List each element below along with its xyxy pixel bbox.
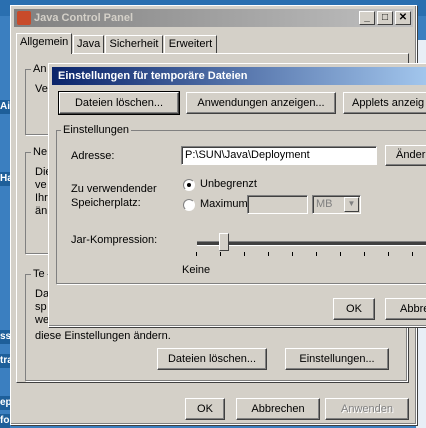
background-fragment: tra xyxy=(0,354,10,368)
jar-compression-label: Jar-Kompression: xyxy=(71,234,158,246)
background-fragment: fol xyxy=(0,414,10,428)
main-titlebar[interactable]: Java Control Panel _ □ ✕ xyxy=(14,9,413,27)
slider-tick xyxy=(364,252,365,256)
temp-files-description: diese Einstellungen ändern. xyxy=(35,330,171,342)
cancel-button[interactable]: Abbrechen xyxy=(236,398,320,420)
background-fragment: ss xyxy=(0,330,10,344)
settings-button[interactable]: Einstellungen... xyxy=(285,348,389,370)
storage-label-line: Speicherplatz: xyxy=(71,197,141,209)
ok-button[interactable]: OK xyxy=(185,398,225,420)
maximum-radio[interactable] xyxy=(183,199,195,211)
group-title: Te xyxy=(31,268,47,280)
slider-tick xyxy=(316,252,317,256)
change-address-button[interactable]: Änderı xyxy=(385,145,426,166)
maximize-button[interactable]: □ xyxy=(377,11,393,25)
slider-tick xyxy=(292,252,293,256)
unit-select[interactable]: MB ▼ xyxy=(312,195,361,214)
dialog-title: Einstellungen für temporäre Dateien xyxy=(58,70,248,82)
background-fragment: ep xyxy=(0,396,10,410)
radio-dot xyxy=(187,183,191,187)
group-title: An xyxy=(31,63,49,75)
group-text-block: Da sp we xyxy=(35,288,49,327)
slider-tick xyxy=(196,252,197,256)
tab-erweitert[interactable]: Erweitert xyxy=(164,35,217,53)
dialog-delete-files-button[interactable]: Dateien löschen... xyxy=(58,91,180,115)
dialog-titlebar[interactable]: Einstellungen für temporäre Dateien xyxy=(52,67,426,85)
slider-tick xyxy=(268,252,269,256)
slider-track[interactable] xyxy=(197,241,426,246)
background-fragment: Ha xyxy=(0,172,10,186)
unlimited-radio-label: Unbegrenzt xyxy=(200,178,257,190)
show-applets-button[interactable]: Applets anzeig xyxy=(343,92,426,114)
chevron-down-icon[interactable]: ▼ xyxy=(344,197,359,212)
storage-label-line: Zu verwendender xyxy=(71,183,157,195)
dialog-cancel-button[interactable]: Abbre xyxy=(385,298,426,320)
address-field[interactable]: P:\SUN\Java\Deployment xyxy=(181,146,377,165)
slider-tick xyxy=(388,252,389,256)
slider-tick xyxy=(244,252,245,256)
unit-value: MB xyxy=(316,198,333,210)
background-fragment: Ai xyxy=(0,100,10,114)
java-icon xyxy=(17,11,31,25)
slider-tick xyxy=(220,252,221,256)
group-title: Ne xyxy=(31,146,50,158)
slider-min-label: Keine xyxy=(182,264,211,276)
dialog-ok-button[interactable]: OK xyxy=(333,298,375,320)
unlimited-radio[interactable] xyxy=(183,179,195,191)
group-text: Ve xyxy=(35,83,48,95)
settings-group-title: Einstellungen xyxy=(61,124,132,136)
temp-files-settings-dialog: Einstellungen für temporäre Dateien Date… xyxy=(48,63,426,327)
show-applications-button[interactable]: Anwendungen anzeigen... xyxy=(186,92,336,114)
slider-tick xyxy=(340,252,341,256)
maximum-radio-label: Maximum xyxy=(200,198,248,210)
text-line: we xyxy=(35,314,50,326)
tab-allgemein[interactable]: Allgemein xyxy=(16,33,72,54)
tab-java[interactable]: Java xyxy=(73,35,104,53)
address-label: Adresse: xyxy=(71,150,115,162)
close-button[interactable]: ✕ xyxy=(395,11,411,25)
apply-button[interactable]: Anwenden xyxy=(325,398,409,420)
text-line: sp xyxy=(35,301,47,313)
tab-sicherheit[interactable]: Sicherheit xyxy=(105,35,163,53)
storage-label: Zu verwendender Speicherplatz: xyxy=(71,182,157,210)
maximum-size-field[interactable] xyxy=(247,195,308,214)
window-title: Java Control Panel xyxy=(34,12,134,24)
slider-tick xyxy=(412,252,413,256)
slider-thumb[interactable] xyxy=(219,233,229,251)
minimize-button[interactable]: _ xyxy=(359,11,375,25)
text-line: Da xyxy=(35,288,50,300)
delete-files-button[interactable]: Dateien löschen... xyxy=(157,348,267,370)
